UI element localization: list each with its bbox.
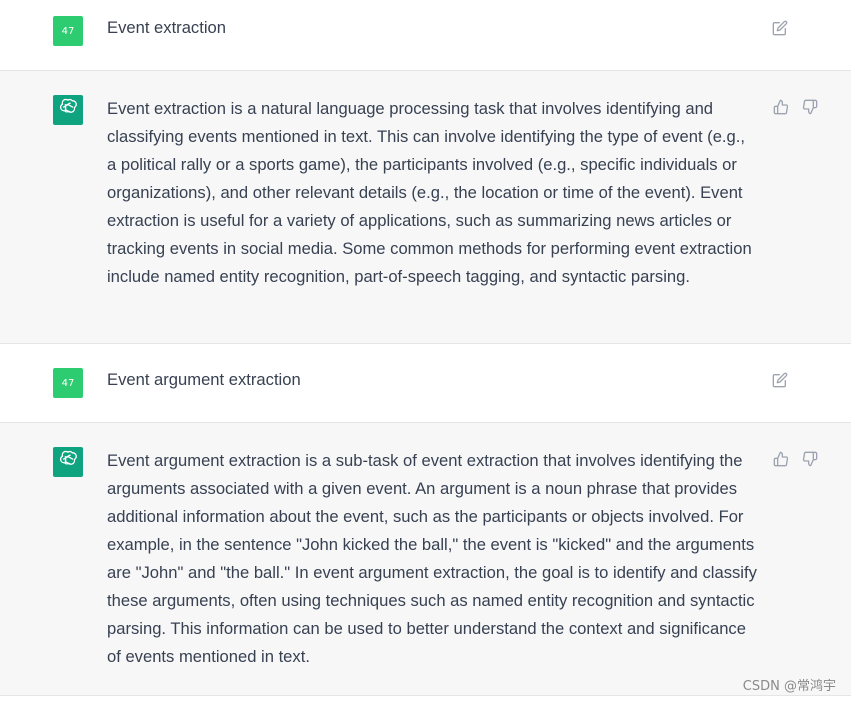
thumbs-up-icon[interactable] — [773, 99, 789, 115]
user-message-text: Event extraction — [107, 18, 226, 37]
watermark: CSDN @常鸿宇 — [742, 679, 836, 694]
user-message-text: Event argument extraction — [107, 370, 301, 389]
user-message: 47 Event argument extraction — [0, 344, 851, 423]
thumbs-down-icon[interactable] — [802, 99, 818, 115]
openai-logo-icon — [57, 449, 79, 476]
openai-logo-icon — [57, 97, 79, 124]
thumbs-down-icon[interactable] — [802, 451, 818, 467]
chat-thread: 47 Event extraction Event extraction is … — [0, 0, 851, 703]
edit-icon[interactable] — [772, 20, 788, 36]
assistant-avatar — [53, 95, 83, 125]
feedback-actions — [773, 451, 818, 467]
assistant-avatar — [53, 447, 83, 477]
user-avatar: 47 — [53, 368, 83, 398]
user-message: 47 Event extraction — [0, 0, 851, 71]
assistant-message-text: Event argument extraction is a sub-task … — [107, 451, 757, 666]
message-actions — [772, 372, 788, 388]
edit-icon[interactable] — [772, 372, 788, 388]
assistant-message-text: Event extraction is a natural language p… — [107, 99, 752, 286]
message-actions — [772, 20, 788, 36]
feedback-actions — [773, 99, 818, 115]
assistant-message: Event argument extraction is a sub-task … — [0, 423, 851, 696]
thumbs-up-icon[interactable] — [773, 451, 789, 467]
user-avatar: 47 — [53, 16, 83, 46]
user-avatar-label: 47 — [61, 25, 75, 37]
user-avatar-label: 47 — [61, 377, 75, 389]
assistant-message: Event extraction is a natural language p… — [0, 71, 851, 344]
